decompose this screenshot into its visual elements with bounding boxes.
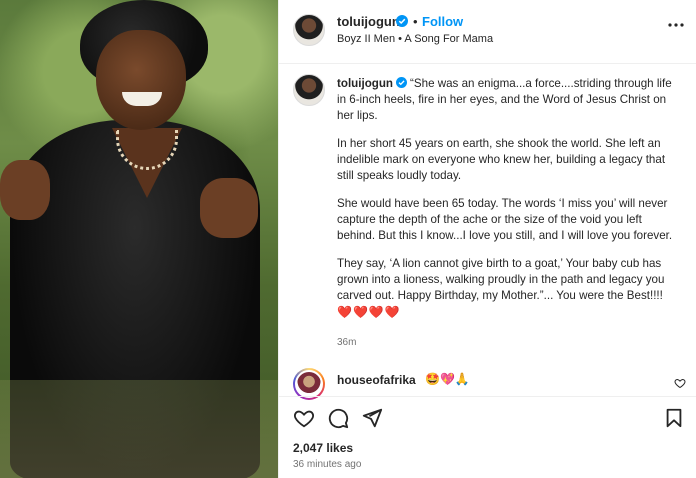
commenter-username[interactable]: houseofafrika — [337, 373, 416, 387]
author-avatar[interactable] — [293, 14, 325, 46]
caption-paragraph-2: In her short 45 years on earth, she shoo… — [337, 137, 666, 182]
post-photo[interactable] — [0, 0, 278, 478]
verified-badge-icon — [396, 77, 408, 88]
caption-username[interactable]: toluijogun — [337, 77, 393, 90]
comment-icon[interactable] — [327, 407, 349, 429]
photo-ground — [0, 380, 278, 478]
photo-figure-face — [96, 30, 186, 130]
caption-paragraph-1: toluijogun “She was an enigma...a force..… — [337, 76, 683, 124]
post-caption: toluijogun “She was an enigma...a force..… — [337, 76, 683, 321]
more-options-icon[interactable] — [667, 22, 685, 28]
comment-like-heart-icon[interactable] — [674, 377, 686, 389]
caption-paragraph-3: She would have been 65 today. The words … — [337, 197, 673, 242]
post-side-panel: toluijogun • Follow Boyz II Men • A Song… — [278, 0, 696, 478]
comment-text: 🤩💖🙏 — [425, 372, 470, 386]
post-header: toluijogun • Follow Boyz II Men • A Song… — [279, 0, 696, 64]
caption-timestamp[interactable]: 36m — [337, 337, 356, 348]
post-actions-bar: 2,047 likes 36 minutes ago — [279, 396, 696, 478]
likes-count[interactable]: 2,047 likes — [293, 441, 353, 455]
photo-figure-left-hand — [0, 160, 50, 220]
caption-author-avatar[interactable] — [293, 74, 325, 106]
post-timestamp[interactable]: 36 minutes ago — [293, 459, 361, 470]
audio-track-link[interactable]: Boyz II Men • A Song For Mama — [337, 33, 493, 45]
share-icon[interactable] — [361, 407, 383, 429]
verified-badge-icon — [396, 15, 408, 27]
caption-text: They say, ‘A lion cannot give birth to a… — [337, 257, 665, 302]
separator-dot: • — [413, 14, 418, 29]
heart-icon[interactable] — [293, 407, 315, 429]
follow-button[interactable]: Follow — [422, 14, 463, 29]
bookmark-icon[interactable] — [663, 407, 685, 429]
caption-paragraph-4: They say, ‘A lion cannot give birth to a… — [337, 256, 683, 321]
author-username[interactable]: toluijogun — [337, 14, 400, 29]
red-hearts-emoji: ❤️❤️❤️❤️ — [337, 305, 401, 319]
photo-figure-right-hand — [200, 178, 258, 238]
